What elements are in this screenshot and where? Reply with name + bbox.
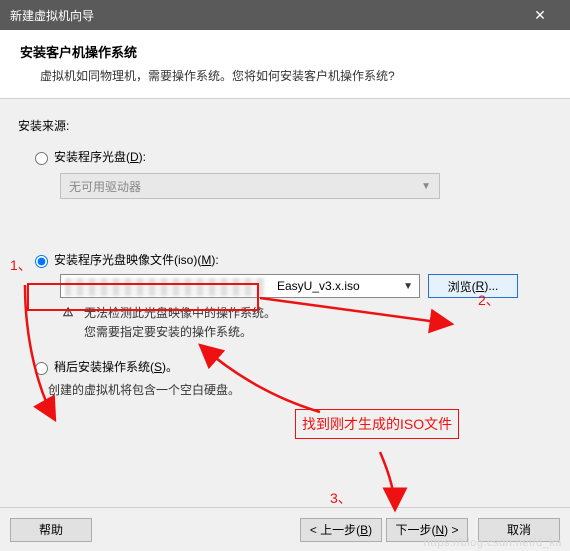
iso-warning-text: 无法检测此光盘映像中的操作系统。 您需要指定要安装的操作系统。 [84, 304, 276, 342]
install-later-note: 创建的虚拟机将包含一个空白硬盘。 [48, 381, 552, 398]
chevron-down-icon: ▼ [403, 281, 413, 292]
iso-path-row: EasyU_v3.x.iso ▼ 浏览(R)... [60, 274, 552, 298]
disc-drive-value: 无可用驱动器 [69, 178, 141, 195]
header-subheading: 虚拟机如同物理机，需要操作系统。您将如何安装客户机操作系统? [20, 67, 550, 84]
radio-iso-file[interactable]: 安装程序光盘映像文件(iso)(M): [30, 251, 552, 268]
source-label: 安装来源: [18, 117, 552, 134]
radio-later-label: 稍后安装操作系统(S)。 [54, 358, 178, 375]
chevron-down-icon: ▼ [421, 181, 431, 192]
radio-disc-label: 安装程序光盘(D): [54, 148, 146, 165]
cancel-button[interactable]: 取消 [478, 518, 560, 542]
radio-installer-disc-input[interactable] [35, 152, 48, 165]
iso-path-text: EasyU_v3.x.iso [277, 279, 360, 293]
button-bar: 帮助 < 上一步(B) 下一步(N) > 取消 [0, 507, 570, 551]
next-button[interactable]: 下一步(N) > [386, 518, 468, 542]
radio-install-later[interactable]: 稍后安装操作系统(S)。 [30, 358, 552, 375]
window-title: 新建虚拟机向导 [10, 7, 94, 24]
back-button[interactable]: < 上一步(B) [300, 518, 382, 542]
radio-iso-label: 安装程序光盘映像文件(iso)(M): [54, 251, 219, 268]
browse-button[interactable]: 浏览(R)... [428, 274, 518, 298]
iso-path-blur [65, 278, 265, 296]
annotation-number-3: 3、 [330, 488, 352, 508]
iso-warning: ⚠ 无法检测此光盘映像中的操作系统。 您需要指定要安装的操作系统。 [60, 304, 552, 342]
content-area: 安装来源: 安装程序光盘(D): 无可用驱动器 ▼ 安装程序光盘映像文件(iso… [0, 99, 570, 398]
close-icon[interactable]: ✕ [520, 7, 560, 24]
radio-iso-file-input[interactable] [35, 255, 48, 268]
disc-drive-dropdown[interactable]: 无可用驱动器 ▼ [60, 173, 440, 199]
wizard-header: 安装客户机操作系统 虚拟机如同物理机，需要操作系统。您将如何安装客户机操作系统? [0, 30, 570, 99]
radio-installer-disc[interactable]: 安装程序光盘(D): [30, 148, 552, 165]
titlebar: 新建虚拟机向导 ✕ [0, 0, 570, 30]
annotation-tip-iso: 找到刚才生成的ISO文件 [295, 409, 459, 439]
warning-icon: ⚠ [60, 304, 76, 320]
header-heading: 安装客户机操作系统 [20, 42, 550, 61]
radio-install-later-input[interactable] [35, 362, 48, 375]
help-button[interactable]: 帮助 [10, 518, 92, 542]
iso-path-combo[interactable]: EasyU_v3.x.iso ▼ [60, 274, 420, 298]
